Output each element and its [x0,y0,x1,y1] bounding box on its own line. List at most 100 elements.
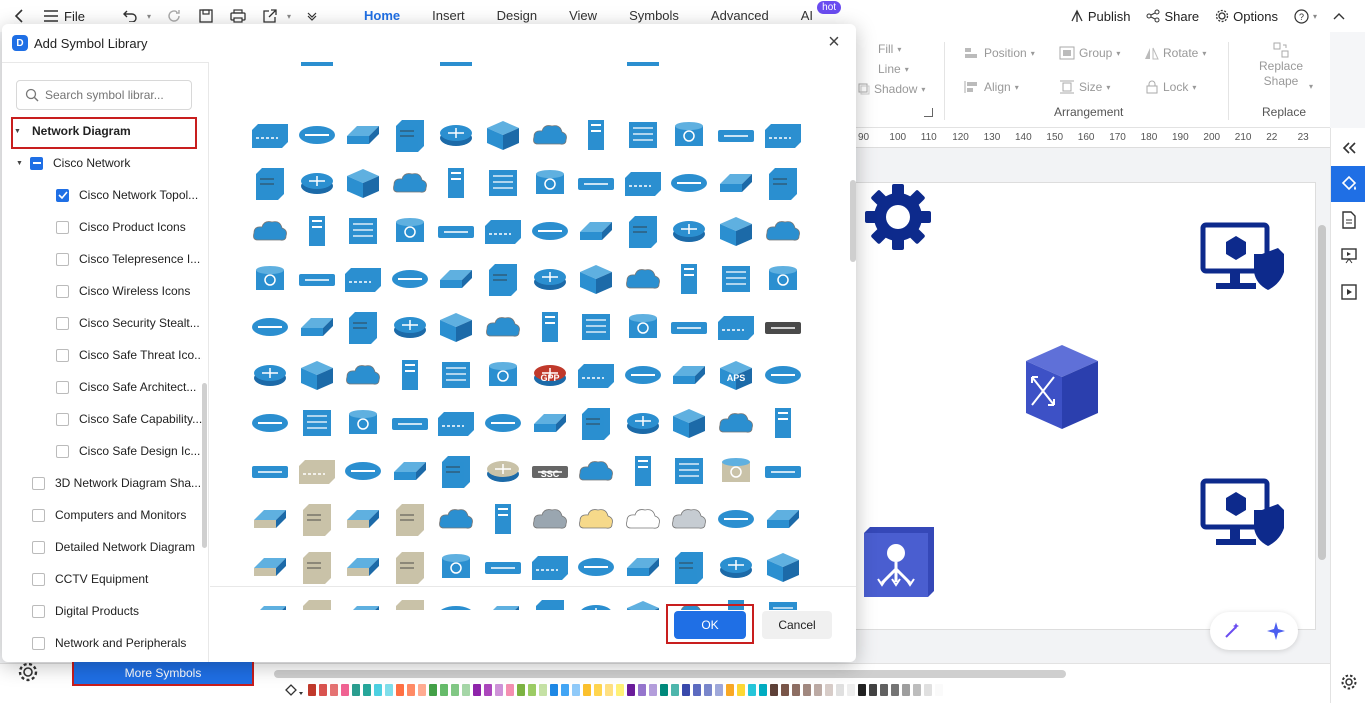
shadow-button[interactable]: Shadow ▾ [858,82,925,96]
color-swatch[interactable] [550,684,558,696]
checkbox[interactable] [32,540,45,554]
color-swatch[interactable] [924,684,932,696]
tree-item[interactable]: ▼ Cisco Network [16,152,202,174]
page-panel-button[interactable] [1331,202,1365,238]
group-button[interactable]: Group ▾ [1059,46,1120,60]
presentation-panel-button[interactable] [1331,238,1365,274]
publish-button[interactable]: Publish [1070,9,1130,24]
tree-item[interactable]: Cisco Safe Architect... [56,376,202,398]
replace-shape-button[interactable]: Replace Shape [1256,42,1306,88]
color-swatch[interactable] [836,684,844,696]
color-swatch[interactable] [693,684,701,696]
color-swatch[interactable] [792,684,800,696]
tree-item[interactable]: Cisco Safe Threat Ico... [56,344,202,366]
color-swatch[interactable] [484,684,492,696]
tree-item[interactable]: Network and Peripherals [32,632,202,654]
tree-item[interactable]: Cisco Safe Capability... [56,408,202,430]
gear-icon[interactable] [16,660,40,684]
color-swatch[interactable] [462,684,470,696]
replace-dropdown-icon[interactable]: ▾ [1309,82,1313,91]
tree-item[interactable]: Cisco Network Topol... [56,184,202,206]
help-button[interactable]: ? ▾ [1294,8,1317,24]
fill-color-icon[interactable] [284,683,304,697]
color-swatch[interactable] [319,684,327,696]
color-swatch[interactable] [660,684,668,696]
file-menu[interactable]: File [64,9,85,24]
tree-scrollbar[interactable] [202,383,207,548]
checkbox[interactable] [56,348,69,362]
color-swatch[interactable] [583,684,591,696]
settings-button[interactable] [1331,664,1365,700]
color-swatch[interactable] [770,684,778,696]
cisco-switch-cube-shape[interactable] [1022,343,1100,431]
color-swatch[interactable] [858,684,866,696]
tree-item[interactable]: ▼ Network Diagram [14,120,202,142]
slideshow-panel-button[interactable] [1331,274,1365,310]
ai-sparkle-icon[interactable] [1266,621,1286,641]
color-swatch[interactable] [352,684,360,696]
color-swatch[interactable] [638,684,646,696]
style-panel-button[interactable] [1331,166,1365,202]
search-box[interactable] [16,80,192,110]
size-button[interactable]: Size ▾ [1059,80,1110,94]
checkbox[interactable] [56,380,69,394]
collapse-panel-button[interactable] [1331,130,1365,166]
search-input[interactable] [45,88,185,102]
rotate-button[interactable]: Rotate ▾ [1143,46,1206,60]
more-symbols-button[interactable]: More Symbols [72,660,254,686]
color-swatch[interactable] [715,684,723,696]
position-button[interactable]: Position ▾ [964,46,1035,60]
color-swatch[interactable] [913,684,921,696]
color-swatch[interactable] [902,684,910,696]
align-button[interactable]: Align ▾ [964,80,1019,94]
secure-computer-shape[interactable] [1200,222,1286,294]
ok-button[interactable]: OK [674,611,746,639]
gear-shape[interactable] [862,182,934,252]
color-swatch[interactable] [385,684,393,696]
help-dropdown-icon[interactable]: ▾ [1313,12,1317,21]
color-swatch[interactable] [814,684,822,696]
tree-item[interactable]: Cisco Telepresence I... [56,248,202,270]
color-swatch[interactable] [726,684,734,696]
color-swatch[interactable] [737,684,745,696]
color-swatch[interactable] [506,684,514,696]
color-swatch[interactable] [748,684,756,696]
color-swatch[interactable] [418,684,426,696]
checkbox[interactable] [32,508,45,522]
color-swatch[interactable] [704,684,712,696]
symbol-grid-scrollbar[interactable] [850,180,856,262]
color-swatch[interactable] [363,684,371,696]
color-swatch[interactable] [440,684,448,696]
color-swatch[interactable] [803,684,811,696]
color-swatch[interactable] [847,684,855,696]
color-swatch[interactable] [341,684,349,696]
color-swatch[interactable] [682,684,690,696]
color-swatch[interactable] [649,684,657,696]
style-dialog-launcher-icon[interactable] [924,108,933,117]
close-icon[interactable]: × [824,32,844,52]
color-swatch[interactable] [451,684,459,696]
tree-item[interactable]: Detailed Network Diagram [32,536,202,558]
checkbox[interactable] [32,476,45,490]
color-swatch[interactable] [407,684,415,696]
tree-item[interactable]: Computers and Monitors [32,504,202,526]
color-swatch[interactable] [473,684,481,696]
color-swatch[interactable] [616,684,624,696]
color-swatch[interactable] [396,684,404,696]
fill-button[interactable]: Fill ▾ [862,42,901,56]
line-button[interactable]: Line ▾ [862,62,909,76]
tree-item[interactable]: Cisco Product Icons [56,216,202,238]
tree-item[interactable]: Digital Products [32,600,202,622]
color-swatch[interactable] [759,684,767,696]
color-swatch[interactable] [605,684,613,696]
checkbox[interactable] [56,284,69,298]
color-swatch[interactable] [935,684,943,696]
options-button[interactable]: Options [1215,9,1278,24]
checkbox[interactable] [56,188,69,202]
expand-triangle-icon[interactable]: ▼ [16,160,28,167]
color-swatch[interactable] [495,684,503,696]
cancel-button[interactable]: Cancel [762,611,832,639]
tree-item[interactable]: Cisco Wireless Icons [56,280,202,302]
tree-item[interactable]: 3D Network Diagram Sha... [32,472,202,494]
tree-item[interactable]: Cisco Security Stealt... [56,312,202,334]
